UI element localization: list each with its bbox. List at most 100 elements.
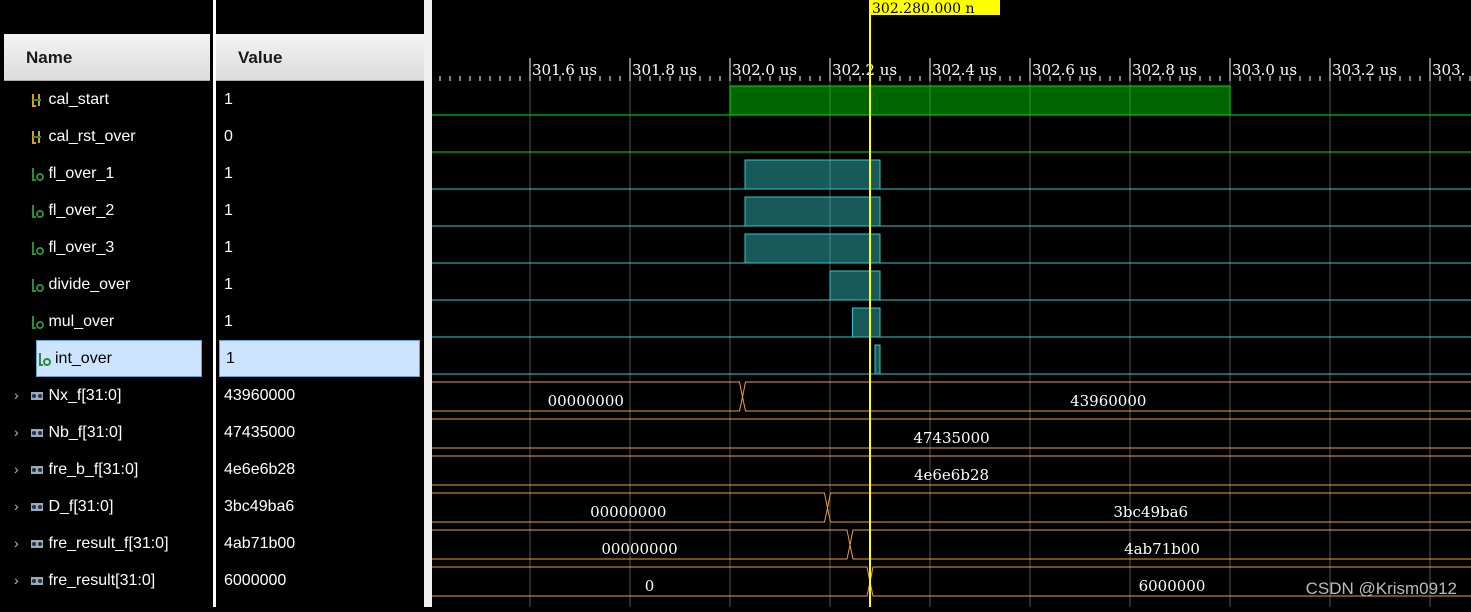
signal-value: 43960000 <box>224 387 295 404</box>
signal-row-name[interactable]: divide_over <box>14 266 130 303</box>
signal-high-pulse <box>745 197 880 226</box>
signal-name: fre_result[31:0] <box>48 572 155 589</box>
signal-name: fre_b_f[31:0] <box>48 461 138 478</box>
signal-row-name[interactable]: › fre_b_f[31:0] <box>14 451 138 488</box>
output-bit-icon <box>30 239 48 256</box>
bus-value-label: 6000000 <box>1139 577 1206 595</box>
signal-value: 1 <box>224 276 233 293</box>
signal-row-name[interactable]: fl_over_3 <box>14 229 114 266</box>
output-bit-icon <box>30 165 48 182</box>
expand-chevron-icon[interactable]: › <box>14 525 26 562</box>
signal-row-name[interactable]: fl_over_1 <box>14 155 114 192</box>
signal-value: 1 <box>224 313 233 330</box>
signal-high-pulse <box>745 160 880 189</box>
signal-value: 1 <box>224 239 233 256</box>
value-column: Value 1 0 1 1 1 1 1 1 43960000 47435000 4e6e6b28 3b… <box>216 0 424 607</box>
input-bit-icon <box>30 91 48 108</box>
tick-label: 302.0 us <box>732 61 797 79</box>
signal-row-value[interactable]: 4ab71b00 <box>224 525 295 562</box>
bus-icon <box>30 572 48 589</box>
signal-name: fl_over_3 <box>48 239 114 256</box>
tick-label: 303.0 us <box>1232 61 1297 79</box>
signal-name: Nb_f[31:0] <box>48 424 122 441</box>
signal-name: fre_result_f[31:0] <box>48 535 168 552</box>
expand-chevron-icon[interactable]: › <box>14 488 26 525</box>
tick-label: 302.8 us <box>1132 61 1197 79</box>
signal-row-value[interactable]: 1 <box>224 266 233 303</box>
output-bit-icon <box>30 276 48 293</box>
signal-row-name[interactable]: mul_over <box>14 303 114 340</box>
output-bit-icon <box>30 202 48 219</box>
tick-label: 302.2 us <box>832 61 897 79</box>
signal-row-name[interactable]: cal_rst_over <box>14 118 136 155</box>
signal-row-name[interactable]: › fre_result[31:0] <box>14 562 155 599</box>
signal-row-value[interactable]: 1 <box>224 155 233 192</box>
tick-label: 302.6 us <box>1032 61 1097 79</box>
signal-row-name[interactable]: cal_start <box>14 81 109 118</box>
signal-row-value[interactable]: 4e6e6b28 <box>224 451 295 488</box>
bus-value-label: 0 <box>645 577 655 595</box>
signal-high-pulse <box>745 234 880 263</box>
signal-name: int_over <box>55 350 112 367</box>
signal-row-value[interactable]: 43960000 <box>224 377 295 414</box>
signal-value: 1 <box>226 350 235 367</box>
signal-row-name[interactable]: › Nx_f[31:0] <box>14 377 121 414</box>
signal-row-value[interactable]: 1 <box>219 340 420 377</box>
signal-value: 0 <box>224 128 233 145</box>
signal-high-pulse <box>730 86 1230 115</box>
signal-value: 3bc49ba6 <box>224 498 294 515</box>
signal-row-name[interactable]: › fre_result_f[31:0] <box>14 525 169 562</box>
expand-chevron-icon[interactable]: › <box>14 451 26 488</box>
waveform-view[interactable]: 301.6 us 301.8 us 302.0 us 302.2 us 302.4 us… <box>432 0 1471 607</box>
signal-name: cal_rst_over <box>48 128 135 145</box>
name-column-header[interactable]: Name <box>4 34 210 81</box>
signal-row-value[interactable]: 0 <box>224 118 233 155</box>
expand-chevron-icon[interactable]: › <box>14 414 26 451</box>
signal-row-value[interactable]: 3bc49ba6 <box>224 488 294 525</box>
signal-value: 1 <box>224 165 233 182</box>
expand-chevron-icon[interactable]: › <box>14 562 26 599</box>
signal-value: 4e6e6b28 <box>224 461 295 478</box>
value-column-header[interactable]: Value <box>216 34 424 81</box>
signal-value: 47435000 <box>224 424 295 441</box>
signal-row-name[interactable]: › Nb_f[31:0] <box>14 414 122 451</box>
cursor-time-label: 302.280.000 n <box>872 1 975 17</box>
bus-icon <box>30 498 48 515</box>
signal-row-value[interactable]: 1 <box>224 81 233 118</box>
signal-value: 4ab71b00 <box>224 535 295 552</box>
signal-row-name[interactable]: fl_over_2 <box>14 192 114 229</box>
name-column: Name cal_start cal_rst_over fl_over_1 fl… <box>0 0 213 607</box>
input-bit-icon <box>30 128 48 145</box>
signal-name: divide_over <box>48 276 130 293</box>
signal-value: 6000000 <box>224 572 286 589</box>
bus-value-label: 3bc49ba6 <box>1113 503 1188 521</box>
bus-icon <box>30 535 48 552</box>
signal-row-name[interactable]: › D_f[31:0] <box>14 488 113 525</box>
signal-row-name[interactable]: int_over <box>36 340 202 377</box>
signal-row-value[interactable]: 47435000 <box>224 414 295 451</box>
bus-value-label: 4e6e6b28 <box>914 466 989 484</box>
signal-name: mul_over <box>48 313 114 330</box>
signal-row-value[interactable]: 1 <box>224 192 233 229</box>
signal-name: fl_over_1 <box>48 165 114 182</box>
watermark: CSDN @Krism0912 <box>1306 579 1457 599</box>
tick-label: 303.2 us <box>1332 61 1397 79</box>
waveform-canvas[interactable]: 301.6 us 301.8 us 302.0 us 302.2 us 302.4 us… <box>432 0 1471 607</box>
signal-row-value[interactable]: 1 <box>224 303 233 340</box>
output-bit-icon <box>30 313 48 330</box>
tick-label: 302.4 us <box>932 61 997 79</box>
signal-high-pulse <box>853 308 881 337</box>
bus-value-label: 47435000 <box>913 429 989 447</box>
tick-label: 301.8 us <box>632 61 697 79</box>
signal-row-value[interactable]: 1 <box>224 229 233 266</box>
signal-name: cal_start <box>48 91 108 108</box>
expand-chevron-icon[interactable]: › <box>14 377 26 414</box>
bus-icon <box>30 424 48 441</box>
signal-name: fl_over_2 <box>48 202 114 219</box>
bus-value-label: 00000000 <box>548 392 624 410</box>
panel-splitter[interactable] <box>424 0 432 607</box>
tick-label: 301.6 us <box>532 61 597 79</box>
signal-value: 1 <box>224 91 233 108</box>
bus-value-label: 43960000 <box>1070 392 1146 410</box>
signal-row-value[interactable]: 6000000 <box>224 562 286 599</box>
